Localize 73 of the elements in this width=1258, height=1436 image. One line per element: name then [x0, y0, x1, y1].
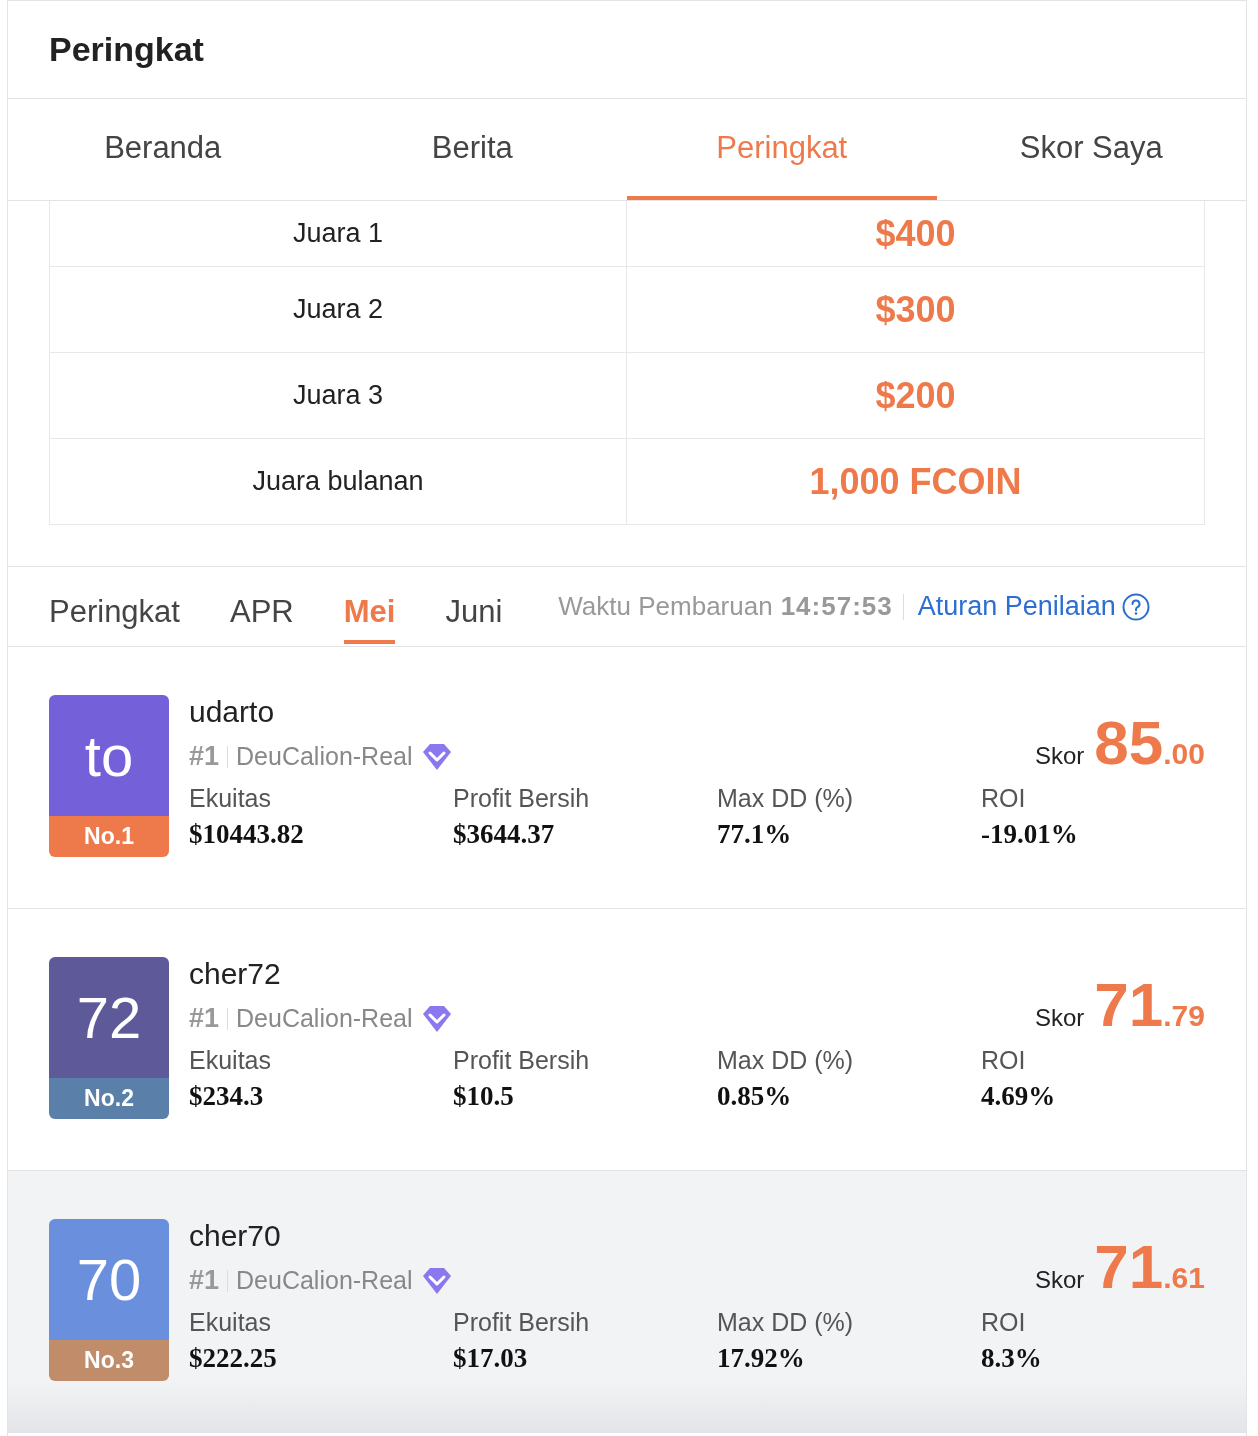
update-time: 14:57:53 — [780, 591, 893, 622]
stat-value: $10443.82 — [189, 819, 305, 850]
score-value: 71 — [1094, 969, 1164, 1040]
nav-tab[interactable]: Skor Saya — [936, 99, 1246, 200]
trader-name: cher72 — [189, 957, 282, 991]
stat-label: Max DD (%) — [717, 1308, 855, 1337]
prize-value: $300 — [875, 288, 956, 331]
stat-value: $222.25 — [189, 1343, 278, 1374]
nav-tab[interactable]: Beranda — [8, 99, 318, 200]
score-label: Skor — [1034, 1004, 1085, 1032]
stat-value: -19.01% — [981, 819, 1079, 850]
stat-value: $234.3 — [189, 1081, 265, 1112]
account-rank: #1 — [189, 741, 220, 772]
stat-value: 8.3% — [981, 1343, 1043, 1374]
prize-label: Juara bulanan — [252, 466, 424, 497]
leader-card[interactable]: to No.1 udarto #1 DeuCalion-Real Skor 85.00 Ekuitas $10443.82 Profit Bersih $3644.37 Max DD (%) 77.1% ROI -19.01% — [8, 647, 1246, 909]
score-decimal: .61 — [1163, 1261, 1205, 1295]
account-name: DeuCalion-Real — [236, 742, 413, 771]
update-label: Waktu Pembaruan — [558, 591, 773, 622]
account-rank: #1 — [189, 1265, 220, 1296]
prize-value: $400 — [875, 212, 956, 255]
prize-value: $200 — [875, 374, 956, 417]
period-tab[interactable]: Peringkat — [49, 577, 180, 644]
stat-label: ROI — [981, 1046, 1027, 1075]
rank-badge: No.1 — [49, 816, 169, 857]
stat-label: ROI — [981, 784, 1027, 813]
page-title: Peringkat — [49, 30, 204, 69]
stat-label: Max DD (%) — [717, 1046, 855, 1075]
period-tab[interactable]: Juni — [445, 577, 503, 644]
trader-name: udarto — [189, 695, 276, 729]
stat-label: Profit Bersih — [453, 1046, 591, 1075]
score-value: 85 — [1094, 707, 1164, 778]
diamond-icon — [420, 1003, 453, 1034]
avatar: to — [49, 695, 169, 816]
stat-label: Profit Bersih — [453, 1308, 591, 1337]
stat-value: $10.5 — [453, 1081, 515, 1112]
score-label: Skor — [1034, 742, 1085, 770]
stat-value: 0.85% — [717, 1081, 793, 1112]
stat-value: $3644.37 — [453, 819, 556, 850]
stat-label: Ekuitas — [189, 1046, 272, 1075]
account-name: DeuCalion-Real — [236, 1266, 413, 1295]
help-icon[interactable] — [1121, 592, 1150, 621]
stat-label: Profit Bersih — [453, 784, 591, 813]
stat-value: 17.92% — [717, 1343, 806, 1374]
prize-value: 1,000 FCOIN — [809, 460, 1022, 503]
stat-value: 4.69% — [981, 1081, 1057, 1112]
score-decimal: .79 — [1163, 999, 1205, 1033]
prize-label: Juara 3 — [292, 380, 384, 411]
diamond-icon — [420, 1265, 453, 1296]
prize-label: Juara 2 — [292, 294, 384, 325]
stat-value: $17.03 — [453, 1343, 529, 1374]
stat-value: 77.1% — [717, 819, 793, 850]
avatar: 72 — [49, 957, 169, 1078]
period-tab[interactable]: APR — [229, 577, 294, 644]
diamond-icon — [420, 741, 453, 772]
rank-badge: No.2 — [49, 1078, 169, 1119]
stat-label: Ekuitas — [189, 1308, 272, 1337]
stat-label: ROI — [981, 1308, 1027, 1337]
trader-name: cher70 — [189, 1219, 282, 1253]
account-rank: #1 — [189, 1003, 220, 1034]
score-label: Skor — [1034, 1266, 1085, 1294]
score-decimal: .00 — [1163, 737, 1205, 771]
stat-label: Ekuitas — [189, 784, 272, 813]
nav-tab[interactable]: Berita — [317, 99, 627, 200]
score-value: 71 — [1094, 1231, 1164, 1302]
account-name: DeuCalion-Real — [236, 1004, 413, 1033]
avatar: 70 — [49, 1219, 169, 1340]
leader-card[interactable]: 72 No.2 cher72 #1 DeuCalion-Real Skor 71.79 Ekuitas $234.3 Profit Bersih $10.5 Max DD (%) 0.85% ROI 4.69% — [8, 909, 1246, 1171]
rules-link[interactable]: Aturan Penilaian — [917, 591, 1116, 622]
rank-badge: No.3 — [49, 1340, 169, 1381]
prize-label: Juara 1 — [292, 218, 384, 249]
stat-label: Max DD (%) — [717, 784, 855, 813]
leader-card[interactable]: 70 No.3 cher70 #1 DeuCalion-Real Skor 71.61 Ekuitas $222.25 Profit Bersih $17.03 Max DD (%) 17.92% ROI 8.3% — [8, 1171, 1246, 1433]
